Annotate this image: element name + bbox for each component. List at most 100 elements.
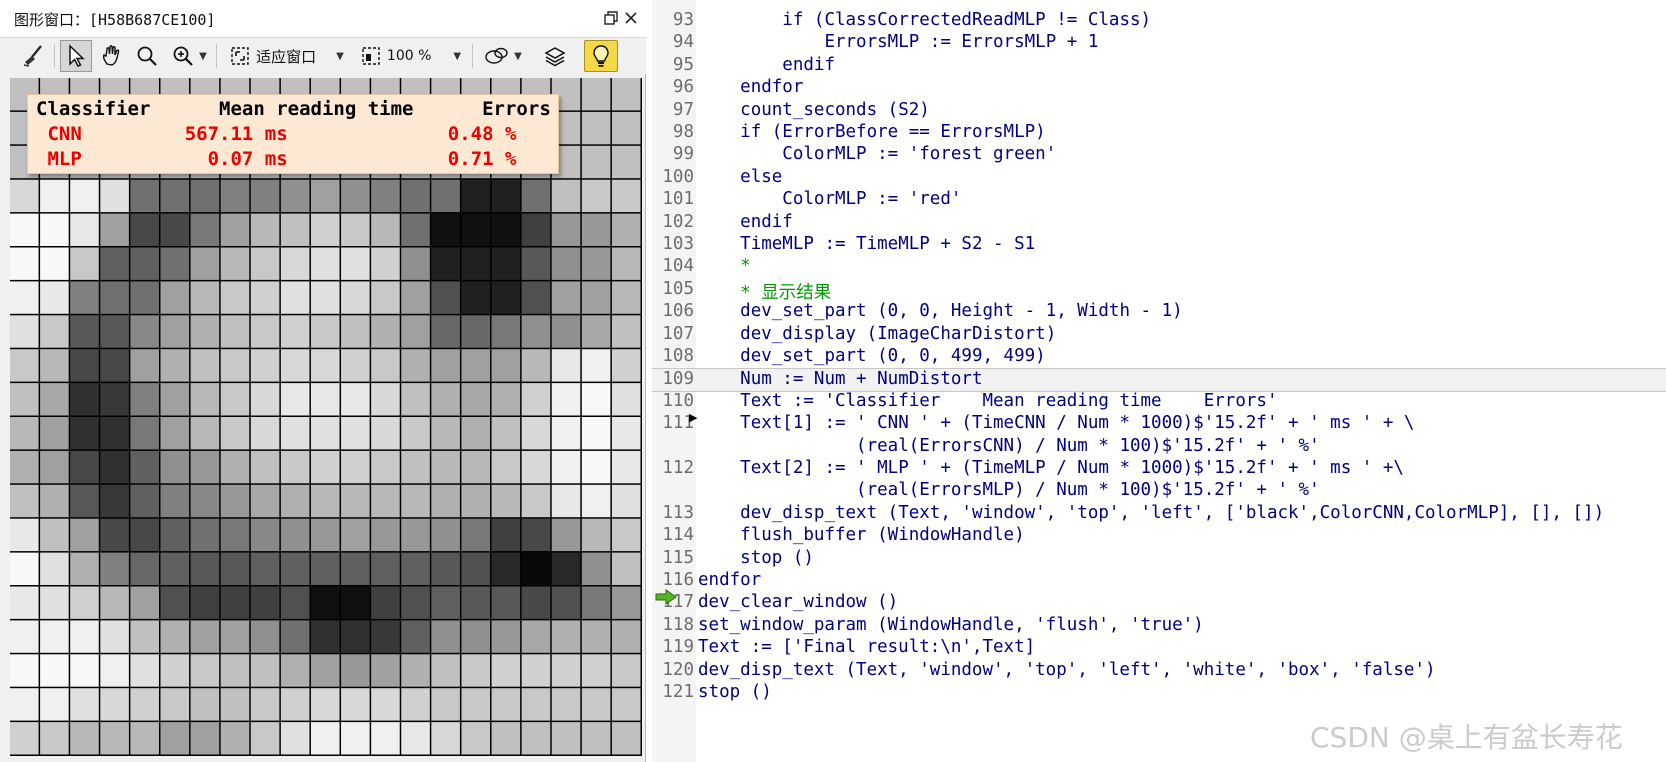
magnifier-icon[interactable]: [132, 40, 162, 72]
code-line[interactable]: 115 stop (): [652, 548, 1666, 572]
image-pixel: [371, 247, 400, 280]
code-line[interactable]: 98 if (ErrorBefore == ErrorsMLP): [652, 122, 1666, 146]
image-pixel: [431, 484, 460, 518]
draw-mode-dropdown[interactable]: ▼: [478, 40, 528, 72]
image-pixel: [280, 417, 310, 450]
code-line[interactable]: 95 endif: [652, 55, 1666, 79]
image-pixel: [611, 247, 641, 280]
image-pixel: [10, 552, 39, 585]
image-pixel: [130, 552, 159, 585]
code-token: if (ClassCorrectedReadMLP != Class): [782, 10, 1152, 30]
image-pixel: [611, 722, 641, 755]
image-pixel: [100, 518, 129, 552]
image-pixel: [70, 552, 99, 585]
results-header-line: Classifier Mean reading time Errors: [36, 98, 551, 120]
code-token: endif: [740, 211, 793, 232]
image-pixel: [280, 552, 310, 585]
code-line[interactable]: 103 TimeMLP := TimeMLP + S2 - S1: [652, 234, 1666, 258]
line-number: 96: [672, 77, 694, 98]
image-pixel: [611, 111, 641, 145]
image-pixel: [521, 179, 551, 213]
code-token: ColorMLP := 'red': [782, 189, 962, 210]
image-pixel: [70, 722, 99, 755]
image-pixel: [551, 281, 581, 314]
zoom-in-dropdown[interactable]: ▼: [166, 40, 212, 72]
image-pixel: [190, 518, 220, 552]
image-pixel: [220, 722, 250, 755]
image-pixel: [521, 315, 551, 348]
code-line[interactable]: 112 Text[2] := ' MLP ' + (TimeMLP / Num …: [652, 458, 1666, 482]
line-number: 110: [662, 390, 694, 411]
code-line[interactable]: 114 flush_buffer (WindowHandle): [652, 525, 1666, 549]
image-pixel: [160, 688, 190, 721]
graphics-window-titlebar[interactable]: 图形窗口：[H58B687CE100]: [0, 0, 646, 38]
image-pixel: [341, 654, 370, 687]
code-line[interactable]: 101 ColorMLP := 'red': [652, 189, 1666, 213]
code-line[interactable]: 106 dev_set_part (0, 0, Height - 1, Widt…: [652, 301, 1666, 325]
image-pixel: [461, 450, 491, 484]
image-pixel: [341, 213, 370, 246]
image-pixel: [521, 518, 551, 552]
code-line[interactable]: 105 * 显示结果: [652, 279, 1666, 303]
code-line[interactable]: 119 Text := ['Final result:\n',Text]: [652, 637, 1666, 661]
code-line[interactable]: 116 endfor: [652, 570, 1666, 594]
code-line[interactable]: 113 dev_disp_text (Text, 'window', 'top'…: [652, 503, 1666, 527]
image-pixel: [190, 349, 220, 382]
image-pixel: [431, 722, 460, 755]
select-pointer-icon[interactable]: [60, 40, 92, 72]
code-line[interactable]: 120 dev_disp_text (Text, 'window', 'top',…: [652, 660, 1666, 684]
zoom-percent-dropdown[interactable]: 100 % ▼: [356, 40, 466, 72]
layers-icon[interactable]: [538, 40, 572, 72]
code-line[interactable]: 110 Text := 'Classifier Mean reading tim…: [652, 391, 1666, 415]
close-window-icon[interactable]: [618, 2, 644, 34]
code-line[interactable]: 94 ErrorsMLP := ErrorsMLP + 1: [652, 32, 1666, 56]
image-pixel: [280, 315, 310, 348]
code-line[interactable]: 117 dev_clear_window (): [652, 592, 1666, 616]
code-text: flush_buffer (WindowHandle): [698, 525, 1024, 545]
results-mlp-line: MLP 0.07 ms 0.71 %: [36, 148, 517, 170]
image-pixel: [551, 654, 581, 687]
image-pixel: [190, 552, 220, 585]
fit-window-dropdown[interactable]: 适应窗口 ▼: [222, 40, 352, 72]
clear-window-broom-icon[interactable]: [18, 40, 48, 72]
image-pixel: [130, 349, 159, 382]
code-line[interactable]: (real(ErrorsCNN) / Num * 100)$'15.2f' + …: [652, 436, 1666, 460]
code-text: *: [698, 256, 751, 276]
image-pixel: [40, 688, 69, 721]
code-line[interactable]: 102 endif: [652, 212, 1666, 236]
program-editor[interactable]: 93 if (ClassCorrectedReadMLP != Class) 94…: [652, 0, 1666, 762]
code-line[interactable]: 100 else: [652, 167, 1666, 191]
image-canvas[interactable]: [10, 78, 642, 756]
image-pixel: [401, 552, 430, 585]
code-line[interactable]: 104 *: [652, 256, 1666, 280]
image-pixel: [280, 484, 310, 518]
lightbulb-icon[interactable]: [584, 40, 618, 72]
image-pixel: [70, 349, 99, 382]
code-line[interactable]: 99 ColorMLP := 'forest green': [652, 144, 1666, 168]
fit-window-icon: [231, 47, 249, 65]
code-line[interactable]: 107 dev_display (ImageCharDistort): [652, 324, 1666, 348]
image-pixel: [190, 281, 220, 314]
pan-hand-icon[interactable]: [96, 40, 128, 72]
image-pixel: [551, 315, 581, 348]
image-pixel: [521, 213, 551, 246]
code-line[interactable]: 109 Num := Num + NumDistort: [652, 368, 1666, 393]
image-pixel: [160, 417, 190, 450]
image-pixel: [250, 722, 280, 755]
distorted-character-image: [10, 78, 641, 755]
code-line[interactable]: 111 Text[1] := ' CNN ' + (TimeCNN / Num …: [652, 413, 1666, 437]
code-line[interactable]: 121 stop (): [652, 682, 1666, 706]
code-line[interactable]: (real(ErrorsMLP) / Num * 100)$'15.2f' + …: [652, 480, 1666, 504]
code-line[interactable]: 97 count_seconds (S2): [652, 100, 1666, 124]
image-pixel: [40, 518, 69, 552]
code-text: TimeMLP := TimeMLP + S2 - S1: [698, 234, 1035, 254]
image-pixel: [491, 722, 521, 755]
code-line[interactable]: 93 if (ClassCorrectedReadMLP != Class): [652, 10, 1666, 34]
code-line[interactable]: 96 endfor: [652, 77, 1666, 101]
code-line[interactable]: 108 dev_set_part (0, 0, 499, 499): [652, 346, 1666, 370]
image-pixel: [190, 722, 220, 755]
image-pixel: [401, 179, 430, 213]
image-pixel: [491, 552, 521, 585]
code-line[interactable]: 118 set_window_param (WindowHandle, 'flus…: [652, 615, 1666, 639]
image-pixel: [431, 450, 460, 484]
